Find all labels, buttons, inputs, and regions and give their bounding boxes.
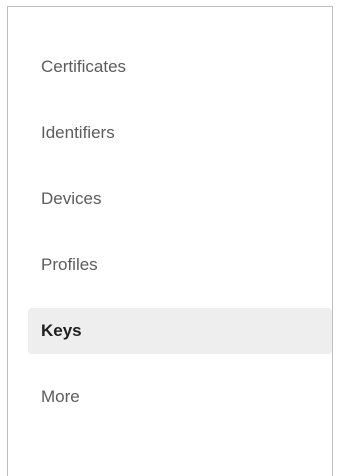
sidebar-item-keys[interactable]: Keys — [28, 308, 332, 354]
sidebar-item-identifiers[interactable]: Identifiers — [28, 110, 332, 156]
sidebar-item-profiles[interactable]: Profiles — [28, 242, 332, 288]
sidebar-item-more[interactable]: More — [28, 374, 332, 420]
sidebar-item-devices[interactable]: Devices — [28, 176, 332, 222]
sidebar-item-certificates[interactable]: Certificates — [28, 44, 332, 90]
sidebar-nav: Certificates Identifiers Devices Profile… — [28, 44, 332, 440]
